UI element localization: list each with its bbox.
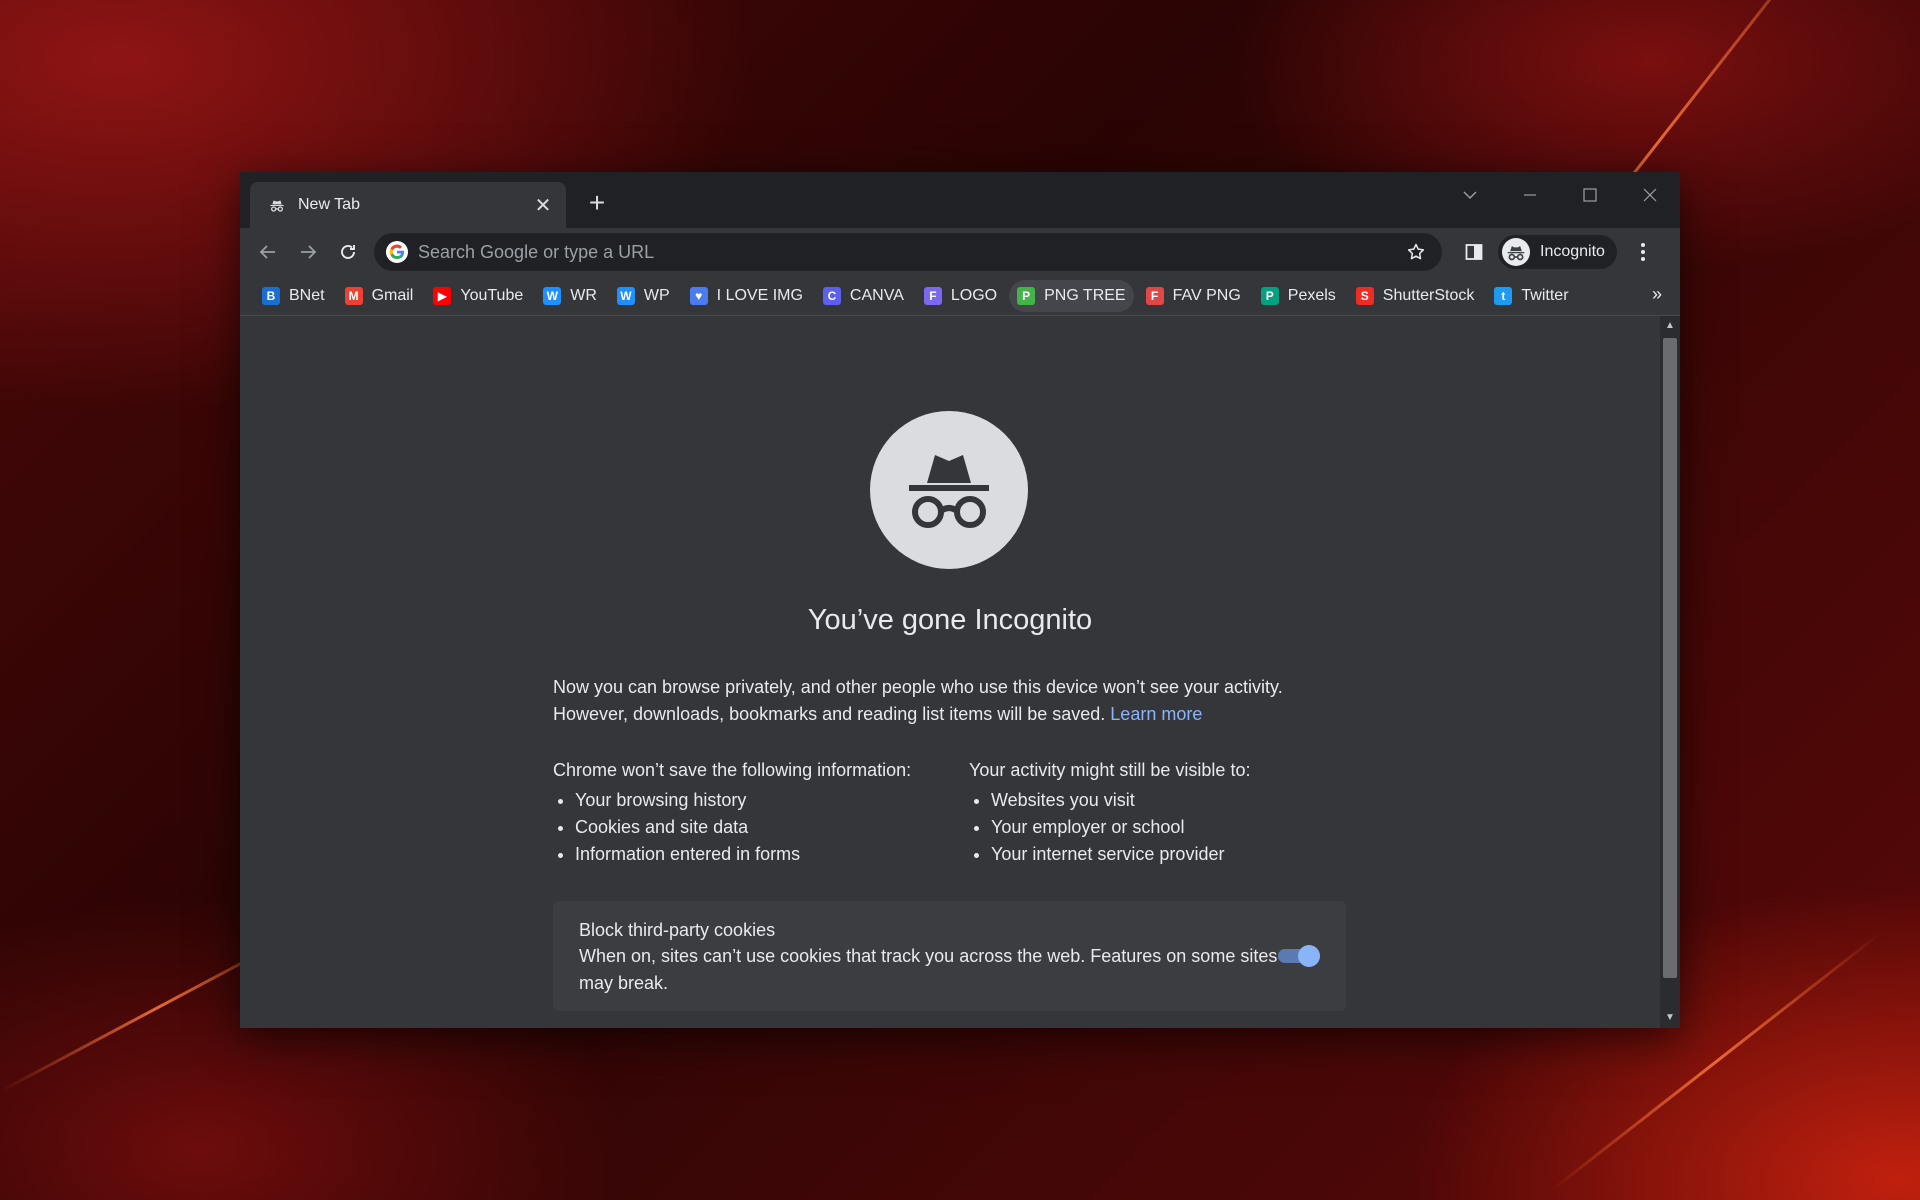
wont-save-heading: Chrome won’t save the following informat…	[553, 760, 912, 780]
bookmark-label: I LOVE IMG	[716, 286, 803, 304]
profile-label: Incognito	[1540, 243, 1605, 260]
menu-button[interactable]	[1625, 234, 1661, 270]
bookmark-item[interactable]: P Pexels	[1253, 280, 1344, 312]
side-panel-button[interactable]	[1456, 234, 1492, 270]
bookmark-favicon-icon: C	[822, 286, 841, 305]
maximize-button[interactable]	[1560, 180, 1620, 210]
tab-strip: New Tab ✕ +	[240, 172, 1680, 228]
bookmark-label: Twitter	[1521, 286, 1569, 304]
tab-new-tab[interactable]: New Tab ✕	[250, 182, 566, 228]
bookmark-item[interactable]: F FAV PNG	[1138, 280, 1249, 312]
scroll-down-arrow-icon[interactable]: ▼	[1660, 1010, 1680, 1026]
bookmark-label: ShutterStock	[1382, 286, 1475, 304]
close-window-button[interactable]	[1620, 180, 1680, 210]
close-icon	[1643, 188, 1657, 202]
list-item: Your employer or school	[991, 814, 1250, 841]
incognito-hero-icon	[870, 411, 1028, 569]
bookmark-label: PNG TREE	[1044, 286, 1126, 304]
bookmark-label: YouTube	[460, 286, 524, 304]
scroll-up-arrow-icon[interactable]: ▲	[1660, 318, 1680, 334]
bookmark-label: FAV PNG	[1172, 286, 1241, 304]
bookmark-item[interactable]: W WP	[609, 280, 678, 312]
list-item: Websites you visit	[991, 787, 1250, 814]
bookmark-item[interactable]: S ShutterStock	[1348, 280, 1483, 312]
forward-button[interactable]	[288, 232, 328, 272]
still-visible-section: Your activity might still be visible to:…	[969, 760, 1250, 868]
kebab-menu-icon	[1640, 243, 1645, 261]
profile-button[interactable]: Incognito	[1498, 235, 1617, 269]
scrollbar-thumb[interactable]	[1663, 338, 1677, 978]
bookmark-item[interactable]: P PNG TREE	[1009, 279, 1134, 312]
new-tab-button[interactable]: +	[582, 188, 612, 218]
incognito-icon	[268, 196, 286, 214]
bookmark-favicon-icon: P	[1260, 286, 1279, 305]
bookmark-favicon-icon: ▶	[433, 286, 452, 305]
bookmark-favicon-icon: F	[1145, 286, 1164, 305]
google-g-icon	[386, 241, 408, 263]
bookmark-favicon-icon: S	[1355, 286, 1374, 305]
bookmark-label: Pexels	[1287, 286, 1336, 304]
chevron-down-icon	[1463, 191, 1477, 199]
list-item: Your browsing history	[575, 787, 911, 814]
tab-title: New Tab	[298, 196, 360, 213]
bookmark-favicon-icon: F	[923, 286, 942, 305]
bookmark-item[interactable]: M Gmail	[337, 280, 422, 312]
bookmark-item[interactable]: ♥ I LOVE IMG	[682, 280, 811, 312]
list-item: Your internet service provider	[991, 841, 1250, 868]
list-item: Information entered in forms	[575, 841, 911, 868]
bookmark-item[interactable]: t Twitter	[1486, 280, 1576, 312]
bookmark-favicon-icon: t	[1494, 286, 1513, 305]
reload-icon	[341, 245, 355, 259]
search-input[interactable]	[418, 241, 1402, 263]
browser-window: New Tab ✕ + Search Google or type a URL …	[240, 172, 1680, 1028]
minimize-button[interactable]	[1500, 180, 1560, 210]
bookmark-item[interactable]: C CANVA	[815, 280, 912, 312]
block-cookies-toggle[interactable]	[1278, 945, 1320, 967]
page-title: You’ve gone Incognito	[807, 604, 1093, 636]
bookmark-label: BNet	[289, 286, 325, 304]
list-item: Cookies and site data	[575, 814, 911, 841]
bookmark-item[interactable]: B BNet	[254, 280, 333, 312]
back-arrow-icon	[259, 245, 275, 259]
toggle-knob	[1298, 945, 1320, 967]
wont-save-section: Chrome won’t save the following informat…	[553, 760, 911, 868]
bookmark-label: LOGO	[950, 286, 998, 304]
bookmark-favicon-icon: W	[543, 286, 562, 305]
cookie-card-description: When on, sites can’t use cookies that tr…	[579, 946, 1278, 993]
bookmark-label: WP	[643, 286, 670, 304]
reload-button[interactable]	[328, 232, 368, 272]
still-visible-heading: Your activity might still be visible to:	[969, 760, 1251, 780]
bookmark-favicon-icon: M	[344, 286, 363, 305]
maximize-icon	[1583, 188, 1597, 202]
bookmark-item[interactable]: ▶ YouTube	[425, 280, 531, 312]
third-party-cookies-card: Block third-party cookies When on, sites…	[553, 901, 1346, 1011]
tab-search-button[interactable]	[1440, 180, 1500, 210]
bookmark-item[interactable]: F LOGO	[916, 280, 1005, 312]
cookie-card-title: Block third-party cookies	[579, 920, 776, 940]
window-controls	[1440, 180, 1680, 210]
back-button[interactable]	[248, 232, 288, 272]
omnibox[interactable]	[374, 233, 1442, 271]
bookmark-favicon-icon: B	[262, 286, 280, 305]
learn-more-link[interactable]: Learn more	[1110, 704, 1202, 724]
bookmark-favicon-icon: ♥	[689, 286, 708, 305]
incognito-avatar-icon	[1502, 238, 1530, 266]
bookmark-star-icon[interactable]	[1402, 242, 1430, 262]
bookmarks-overflow-button[interactable]: »	[1652, 284, 1662, 305]
toolbar: Incognito	[240, 228, 1680, 276]
minimize-icon	[1524, 194, 1536, 196]
bookmarks-bar: B BNet M Gmail ▶ YouTube W WR W WP ♥ I LOVE IMG C CAN…	[240, 276, 1680, 316]
close-icon[interactable]: ✕	[532, 194, 554, 217]
side-panel-icon	[1465, 244, 1483, 260]
intro-paragraph: Now you can browse privately, and other …	[553, 674, 1353, 728]
bookmark-favicon-icon: W	[616, 286, 635, 305]
bookmark-label: Gmail	[371, 286, 414, 304]
page-scrollbar[interactable]: ▲ ▼	[1660, 316, 1680, 1028]
bookmark-favicon-icon: P	[1017, 286, 1036, 305]
incognito-page: You’ve gone Incognito Now you can browse…	[240, 316, 1680, 1028]
forward-arrow-icon	[301, 245, 317, 259]
bookmark-label: CANVA	[849, 286, 904, 304]
bookmark-item[interactable]: W WR	[535, 280, 605, 312]
bookmark-label: WR	[570, 286, 597, 304]
